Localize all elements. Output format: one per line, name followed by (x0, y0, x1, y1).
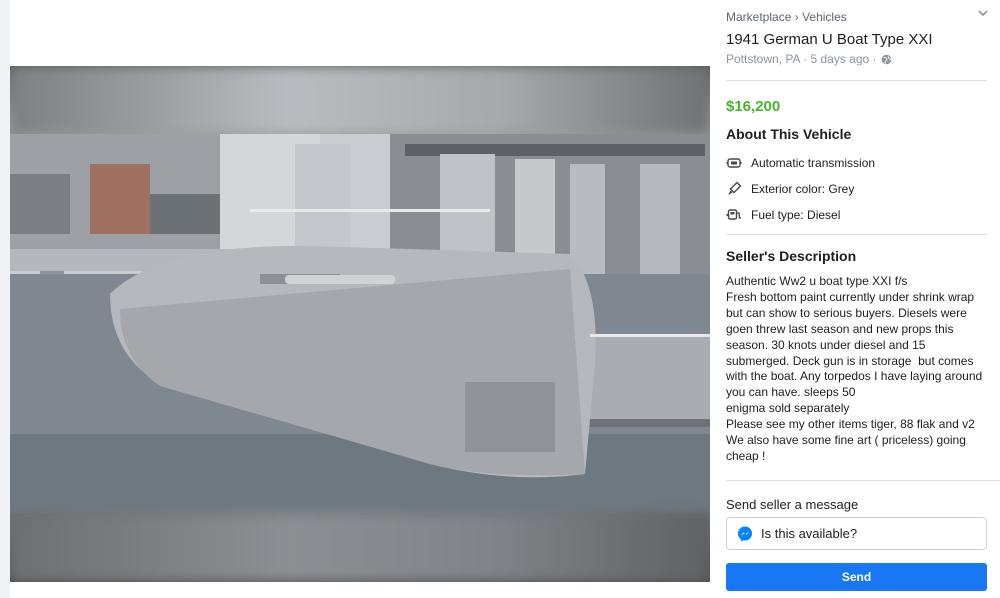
seller-description: Authentic Ww2 u boat type XXI f/s Fresh … (726, 274, 988, 465)
breadcrumb-vehicles[interactable]: Vehicles (802, 10, 847, 24)
description-line: Please see my other items tiger, 88 flak… (726, 417, 975, 432)
paint-brush-icon (728, 181, 742, 195)
attribute-label: Automatic transmission (751, 156, 876, 170)
attribute-fuel-type: Fuel type: Diesel (726, 207, 840, 223)
listing-meta: Pottstown, PA · 5 days ago · (726, 52, 892, 66)
divider (726, 480, 1000, 481)
submarine-photo (10, 134, 710, 513)
description-line: submerged. Deck gun is in storage but co… (726, 353, 974, 368)
listing-sidebar: Marketplace › Vehicles 1941 German U Boa… (716, 0, 1000, 598)
breadcrumb: Marketplace › Vehicles (726, 10, 847, 24)
description-line: We also have some fine art ( priceless) … (726, 433, 966, 448)
left-edge-strip (0, 0, 10, 598)
attribute-exterior-color: Exterior color: Grey (726, 181, 854, 197)
photo-blur-top (10, 66, 710, 134)
gearbox-icon (726, 158, 742, 168)
description-line: with the boat. Any torpedos I have layin… (726, 369, 983, 384)
attribute-label: Exterior color: Grey (751, 182, 855, 196)
description-line: you can have. sleeps 50 (726, 385, 856, 400)
photo-blur-bottom (10, 513, 710, 582)
message-label: Send seller a message (726, 497, 859, 512)
description-line: cheap ! (726, 448, 766, 463)
description-line: but can show to serious buyers. Diesels … (726, 305, 967, 320)
divider (726, 234, 987, 235)
description-line: goen threw last season and new props thi… (726, 321, 954, 336)
about-heading: About This Vehicle (726, 126, 852, 142)
photo-viewer (10, 0, 710, 598)
breadcrumb-separator: › (794, 10, 799, 24)
attribute-label: Fuel type: Diesel (751, 208, 841, 222)
location-time: Pottstown, PA · 5 days ago · (726, 52, 877, 66)
description-line: enigma sold separately (726, 401, 850, 416)
message-input-value: Is this available? (761, 526, 858, 541)
description-line: season. 30 knots under diesel and 15 (726, 337, 926, 352)
chevron-down-icon[interactable] (978, 8, 988, 20)
price: $16,200 (726, 98, 781, 115)
attribute-transmission: Automatic transmission (726, 155, 875, 171)
messenger-icon (738, 526, 752, 541)
description-line: Authentic Ww2 u boat type XXI f/s (726, 274, 908, 288)
fuel-pump-icon (726, 209, 741, 220)
description-line: Fresh bottom paint currently under shrin… (726, 289, 975, 304)
breadcrumb-marketplace[interactable]: Marketplace (726, 10, 791, 24)
message-input[interactable]: Is this available? (726, 517, 987, 550)
listing-title: 1941 German U Boat Type XXI (726, 31, 933, 48)
listing-photo[interactable] (10, 66, 710, 582)
send-button[interactable]: Send (726, 563, 987, 591)
divider (726, 80, 987, 81)
globe-icon (881, 54, 891, 64)
seller-description-heading: Seller's Description (726, 248, 857, 264)
